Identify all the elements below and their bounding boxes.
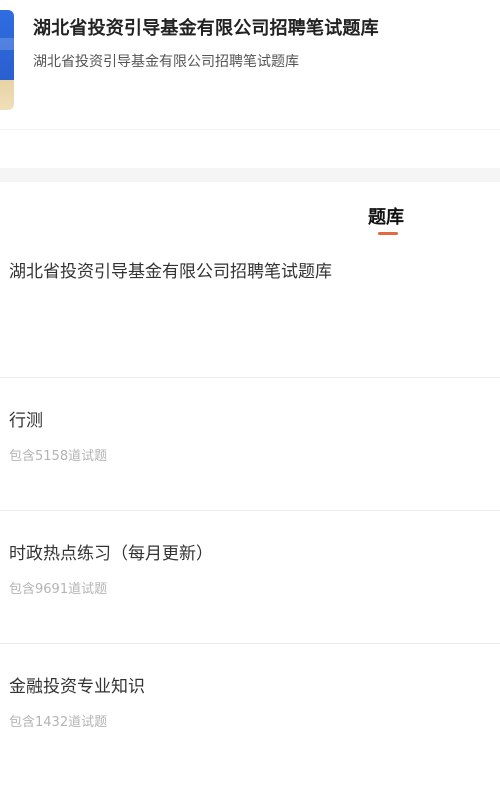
- cover-stripe: [0, 38, 14, 50]
- tab-bar: 题库: [0, 183, 500, 243]
- section-divider: [0, 130, 500, 183]
- list-item-title: 时政热点练习（每月更新）: [9, 544, 213, 564]
- list-item-count: 包含1432道试题: [9, 715, 108, 730]
- list-item-title: 行测: [9, 411, 43, 431]
- course-header: 湖北省投资引导基金有限公司招聘笔试题库 湖北省投资引导基金有限公司招聘笔试题库: [0, 0, 500, 130]
- list-item[interactable]: 时政热点练习（每月更新） 包含9691道试题: [0, 511, 500, 644]
- list-item-count: 包含5158道试题: [9, 449, 108, 464]
- list-item[interactable]: 金融投资专业知识 包含1432道试题: [0, 644, 500, 777]
- question-bank-list: 行测 包含5158道试题 时政热点练习（每月更新） 包含9691道试题 金融投资…: [0, 378, 500, 777]
- course-title: 湖北省投资引导基金有限公司招聘笔试题库: [33, 18, 379, 39]
- list-item-count: 包含9691道试题: [9, 582, 108, 597]
- tab-active-indicator: [378, 232, 398, 235]
- question-bank-name: 湖北省投资引导基金有限公司招聘笔试题库: [0, 243, 500, 378]
- book-cover-icon: [0, 10, 14, 110]
- list-item-title: 金融投资专业知识: [9, 677, 145, 697]
- list-item[interactable]: 行测 包含5158道试题: [0, 378, 500, 511]
- tab-question-bank[interactable]: 题库: [368, 203, 404, 229]
- course-subtitle: 湖北省投资引导基金有限公司招聘笔试题库: [33, 54, 299, 70]
- divider-band: [0, 168, 500, 182]
